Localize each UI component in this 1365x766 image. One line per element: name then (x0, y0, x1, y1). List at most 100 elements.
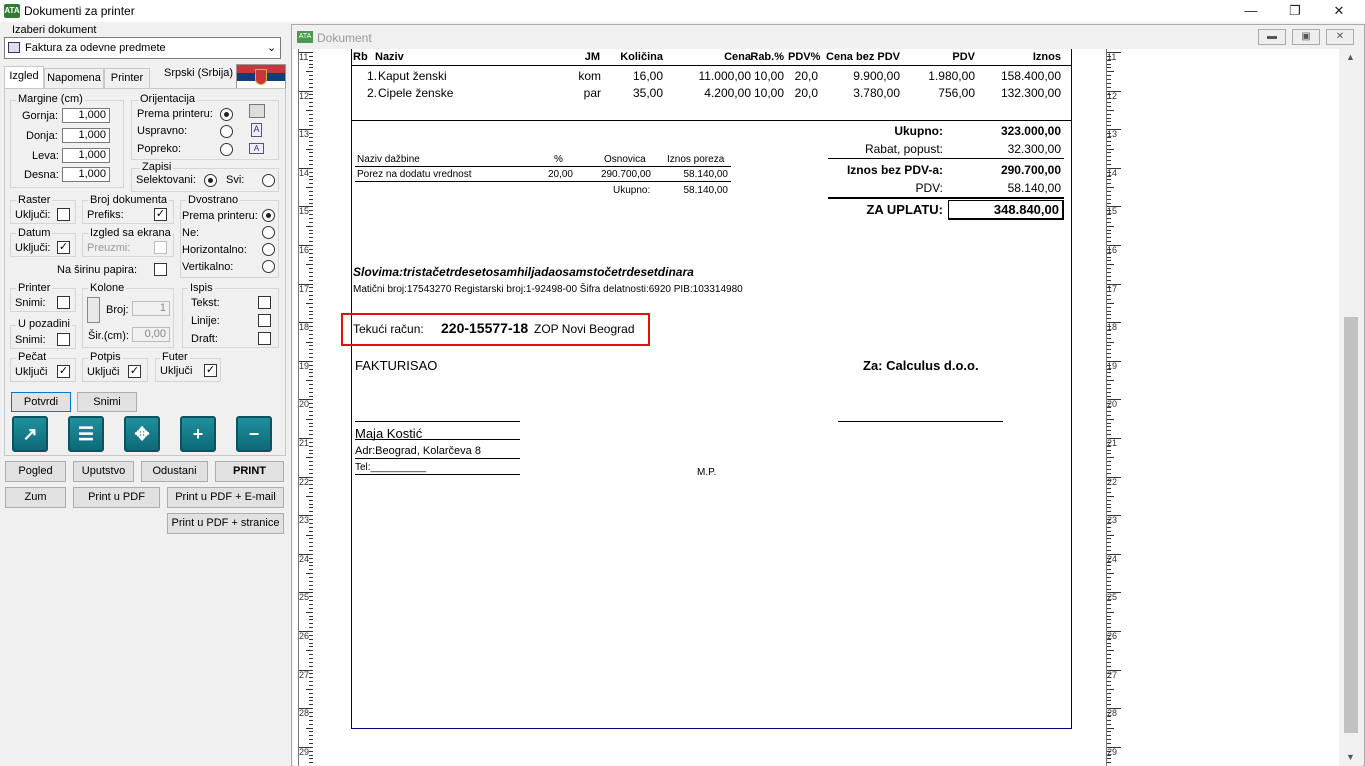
donja-input[interactable]: 1,000 (62, 128, 110, 143)
snimi-button[interactable]: Snimi (77, 392, 137, 412)
orient-landscape-radio[interactable] (220, 143, 233, 156)
ruler-tick (299, 322, 313, 324)
zapisi-sel-radio[interactable] (204, 174, 217, 187)
mdi-close-button[interactable]: ✕ (1326, 29, 1354, 45)
ruler-tick (1107, 546, 1111, 548)
ruler-number: 18 (299, 322, 310, 333)
app-logo-small: ATA (297, 31, 313, 43)
phone-line (355, 474, 520, 475)
zoom-out-icon[interactable]: − (236, 416, 272, 452)
ruler-tick (309, 82, 313, 84)
print-pdf-button[interactable]: Print u PDF (73, 487, 160, 508)
portrait-icon: A (251, 123, 262, 137)
ruler-tick (309, 538, 313, 540)
ispis-draft-checkbox[interactable] (258, 332, 271, 345)
dv-ne-radio[interactable] (262, 226, 275, 239)
serbia-flag-icon[interactable] (236, 64, 286, 90)
ruler-tick (309, 233, 313, 235)
text-export-icon[interactable]: ↗ (12, 416, 48, 452)
move-icon[interactable]: ✥ (124, 416, 160, 452)
ruler-tick (299, 708, 313, 710)
zum-button[interactable]: Zum (5, 487, 66, 508)
futer-title: Futer (160, 351, 190, 363)
potvrdi-button[interactable]: Potvrdi (11, 392, 71, 412)
document-select[interactable]: Faktura za odevne predmete ⌄ (4, 37, 281, 59)
dv-horiz-radio[interactable] (262, 243, 275, 256)
ruler-tick (1107, 542, 1111, 544)
ruler-tick (1107, 318, 1111, 320)
ruler-number: 11 (299, 52, 309, 62)
ruler-tick (1107, 241, 1111, 243)
futer-checkbox[interactable]: ✓ (204, 364, 217, 377)
zapisi-svi-radio[interactable] (262, 174, 275, 187)
ruler-tick (309, 441, 313, 443)
ispis-linije-checkbox[interactable] (258, 314, 271, 327)
preuzmi-checkbox[interactable] (154, 241, 167, 254)
table-header-cell: Naziv (375, 51, 404, 63)
restore-button[interactable]: ❐ (1273, 0, 1317, 22)
orient-portrait-radio[interactable] (220, 125, 233, 138)
scrollbar-thumb[interactable] (1344, 317, 1358, 733)
pecat-checkbox[interactable]: ✓ (57, 365, 70, 378)
ruler-tick (309, 557, 313, 559)
uputstvo-button[interactable]: Uputstvo (73, 461, 134, 482)
gornja-input[interactable]: 1,000 (62, 108, 110, 123)
kolone-sir-input[interactable]: 0,00 (132, 327, 170, 342)
ruler-tick (309, 758, 313, 760)
desna-input[interactable]: 1,000 (62, 167, 110, 182)
ruler-tick (309, 59, 313, 61)
table-header-cell: Rb (353, 51, 368, 63)
ruler-tick (1107, 264, 1114, 266)
ruler-number: 26 (299, 631, 310, 641)
ruler-tick (309, 248, 313, 250)
tab-napomena[interactable]: Napomena (44, 68, 104, 88)
pozadini-snimi-checkbox[interactable] (57, 333, 70, 346)
ruler-tick (309, 144, 313, 146)
print-button[interactable]: PRINT (215, 461, 284, 482)
vertical-scrollbar[interactable]: ▲ ▼ (1339, 49, 1363, 766)
ruler-tick (1107, 557, 1111, 559)
dv-printer-radio[interactable] (262, 209, 275, 222)
scroll-down-icon[interactable]: ▼ (1346, 752, 1355, 762)
ruler-tick (1107, 52, 1121, 53)
dv-vert-radio[interactable] (262, 260, 275, 273)
print-pdf-email-button[interactable]: Print u PDF + E-mail (167, 487, 284, 508)
ruler-tick (1107, 580, 1111, 582)
scroll-up-icon[interactable]: ▲ (1346, 52, 1355, 62)
print-pdf-pages-button[interactable]: Print u PDF + stranice (167, 513, 284, 534)
tax-row-pct: 20,00 (547, 169, 573, 180)
ruler-tick (299, 669, 313, 671)
dv-printer-label: Prema printeru: (182, 210, 258, 222)
sirina-checkbox[interactable] (154, 263, 167, 276)
mdi-minimize-button[interactable]: ▬ (1258, 29, 1286, 45)
odustani-button[interactable]: Odustani (141, 461, 208, 482)
datum-checkbox[interactable]: ✓ (57, 241, 70, 254)
pecat-label: Uključi (15, 366, 48, 378)
ispis-tekst-checkbox[interactable] (258, 296, 271, 309)
ruler-tick (1107, 55, 1111, 57)
ruler-tick (309, 685, 313, 687)
minimize-button[interactable]: — (1229, 0, 1273, 22)
pogled-button[interactable]: Pogled (5, 461, 66, 482)
ruler-tick (1107, 472, 1111, 474)
orient-printer-radio[interactable] (220, 108, 233, 121)
prefiks-checkbox[interactable]: ✓ (154, 208, 167, 221)
ruler-tick (1107, 368, 1111, 370)
leva-input[interactable]: 1,000 (62, 148, 110, 163)
raster-checkbox[interactable] (57, 208, 70, 221)
document-icon[interactable]: ☰ (68, 416, 104, 452)
close-button[interactable]: ✕ (1317, 0, 1361, 22)
ruler-tick (1107, 526, 1111, 528)
ruler-tick (309, 183, 313, 185)
ruler-tick (1107, 607, 1111, 609)
tab-izgled[interactable]: Izgled (4, 66, 44, 89)
kolone-broj-input[interactable]: 1 (132, 301, 170, 316)
tab-printer[interactable]: Printer (104, 68, 150, 88)
mdi-restore-button[interactable]: ▣ (1292, 29, 1320, 45)
ruler-tick (1107, 140, 1111, 142)
printer-snimi-checkbox[interactable] (57, 296, 70, 309)
potpis-checkbox[interactable]: ✓ (128, 365, 141, 378)
total-uplata-value: 348.840,00 (948, 200, 1064, 220)
zoom-in-icon[interactable]: + (180, 416, 216, 452)
ruler-tick (309, 353, 313, 355)
